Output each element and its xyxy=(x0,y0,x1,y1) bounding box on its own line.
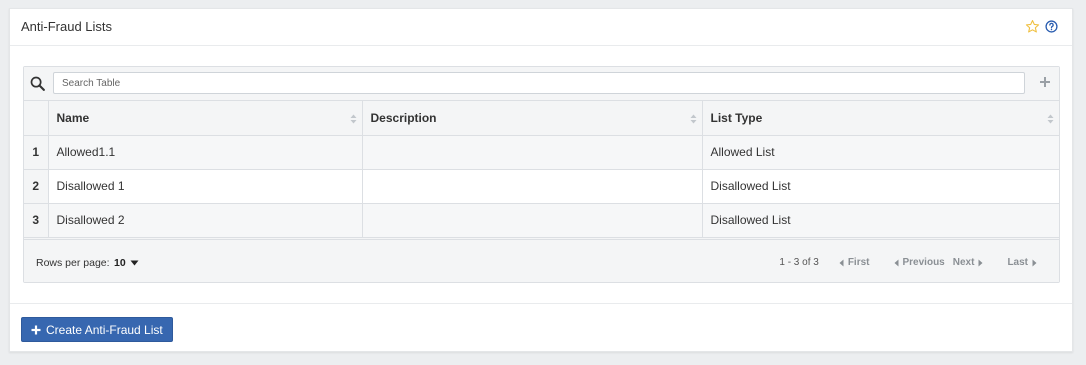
cell-name[interactable]: Disallowed 1 xyxy=(48,169,363,204)
add-icon[interactable] xyxy=(1039,76,1051,91)
caret-left-icon xyxy=(839,259,844,266)
last-label: Last xyxy=(1007,257,1028,268)
last-page-button[interactable]: Last xyxy=(1007,257,1037,268)
index-header xyxy=(24,101,49,136)
cell-list-type[interactable]: Disallowed List xyxy=(702,203,1059,238)
divider xyxy=(10,303,1072,304)
plus-icon xyxy=(31,325,41,334)
first-label: First xyxy=(847,257,870,268)
table-row[interactable]: 3 Disallowed 2 Disallowed List xyxy=(24,203,1059,238)
row-index: 2 xyxy=(24,169,49,204)
cell-description[interactable] xyxy=(362,169,703,204)
table-header-row: Name Description List Type xyxy=(24,101,1059,136)
column-header-label: Name xyxy=(56,110,90,125)
caret-down-icon xyxy=(130,260,139,266)
sort-icon xyxy=(350,113,357,127)
cell-name[interactable]: Disallowed 2 xyxy=(48,203,363,238)
caret-right-icon xyxy=(978,259,983,266)
pagination: 1 - 3 of 3 First Previous Next Last xyxy=(779,257,1037,268)
row-index: 3 xyxy=(24,203,49,238)
cell-description[interactable] xyxy=(362,135,703,170)
rows-per-page-label: Rows per page: xyxy=(36,257,110,269)
column-header-list-type[interactable]: List Type xyxy=(702,101,1059,136)
cell-name[interactable]: Allowed1.1 xyxy=(48,135,363,170)
next-page-button[interactable]: Next xyxy=(953,257,984,268)
create-anti-fraud-list-button[interactable]: Create Anti-Fraud List xyxy=(21,317,173,342)
search-bar xyxy=(24,67,1059,101)
table-footer: Rows per page: 10 1 - 3 of 3 First Previ… xyxy=(24,239,1059,282)
next-label: Next xyxy=(952,257,975,268)
previous-page-button[interactable]: Previous xyxy=(894,257,945,268)
panel-header: Anti-Fraud Lists xyxy=(10,9,1072,46)
page-title: Anti-Fraud Lists xyxy=(21,19,113,34)
previous-label: Previous xyxy=(902,257,945,268)
column-header-label: List Type xyxy=(710,110,763,125)
cell-list-type[interactable]: Allowed List xyxy=(702,135,1059,170)
row-index: 1 xyxy=(24,135,49,170)
anti-fraud-lists-panel: Anti-Fraud Lists N xyxy=(9,8,1073,352)
page-range: 1 - 3 of 3 xyxy=(779,257,819,268)
column-header-description[interactable]: Description xyxy=(362,101,703,136)
sort-icon xyxy=(690,113,697,127)
create-button-label: Create Anti-Fraud List xyxy=(46,322,163,337)
column-header-name[interactable]: Name xyxy=(48,101,363,136)
rows-per-page-value: 10 xyxy=(114,257,126,269)
search-input[interactable] xyxy=(53,72,1025,94)
header-icons xyxy=(1025,19,1058,37)
data-table: Name Description List Type 1 A xyxy=(23,66,1060,283)
cell-list-type[interactable]: Disallowed List xyxy=(702,169,1059,204)
table-row[interactable]: 2 Disallowed 1 Disallowed List xyxy=(24,169,1059,204)
rows-per-page-select[interactable]: 10 xyxy=(114,257,139,269)
search-icon xyxy=(29,75,46,95)
column-header-label: Description xyxy=(370,110,437,125)
lists-table: Name Description List Type 1 Allowed1.1 … xyxy=(24,101,1059,238)
first-page-button[interactable]: First xyxy=(839,257,870,268)
cell-description[interactable] xyxy=(362,203,703,238)
sort-icon xyxy=(1047,113,1054,127)
caret-right-icon xyxy=(1032,259,1037,266)
help-icon[interactable] xyxy=(1045,20,1058,36)
star-icon[interactable] xyxy=(1025,19,1040,37)
table-row[interactable]: 1 Allowed1.1 Allowed List xyxy=(24,135,1059,170)
caret-left-icon xyxy=(894,259,898,266)
